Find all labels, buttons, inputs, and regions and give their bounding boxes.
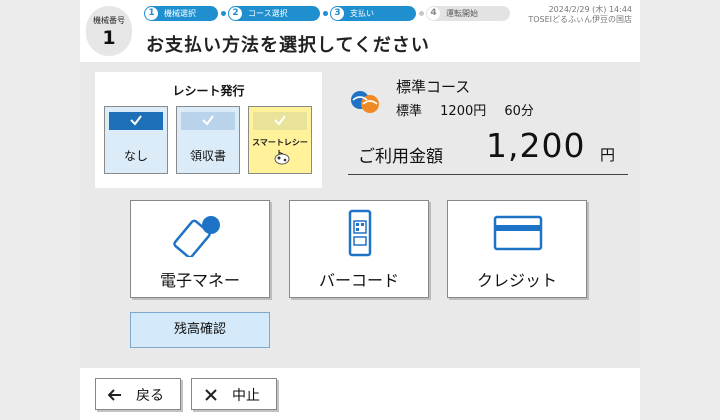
footer: 戻る 中止 <box>80 368 640 420</box>
credit-label: クレジット <box>476 271 557 290</box>
check-icon <box>274 115 286 126</box>
step-start-operation: 4 運転開始 <box>426 6 510 21</box>
step-machine-select: 1 機械選択 <box>144 6 218 21</box>
receipt-title: レシート発行 <box>172 84 245 98</box>
receipt-invoice-button[interactable]: 領収書 <box>176 106 240 174</box>
course-name: 標準コース <box>396 78 471 96</box>
step-dot <box>323 11 328 16</box>
dolphin-logo-icon <box>351 91 379 113</box>
receipt-panel: レシート発行 なし 領収書 スマートレシート <box>95 72 322 188</box>
cancel-button[interactable]: 中止 <box>191 378 277 410</box>
emoney-label: 電子マネー <box>159 271 240 290</box>
machine-number-label: 機械番号 <box>93 16 125 25</box>
course-detail: 標準 1200円 60分 <box>396 100 548 119</box>
balance-check-button[interactable]: 残高確認 <box>130 312 270 348</box>
receipt-none-button[interactable]: なし <box>104 106 168 174</box>
course-detail-time: 60分 <box>504 104 534 119</box>
receipt-none-label: なし <box>123 149 148 163</box>
credit-button[interactable]: クレジット <box>447 200 587 298</box>
page-title: お支払い方法を選択してください <box>146 35 430 56</box>
credit-card-icon <box>493 215 543 251</box>
barcode-label: バーコード <box>318 271 399 290</box>
cow-mascot-icon <box>274 153 290 165</box>
divider <box>348 174 628 175</box>
machine-number: 1 <box>102 27 116 49</box>
datetime-store: 2024/2/29 (木) 14:44 TOSEIどるふぃん伊豆の国店 <box>528 5 632 25</box>
cancel-label: 中止 <box>232 388 260 404</box>
step-payment: 3 支払い <box>330 6 416 21</box>
course-summary: 標準コース 標準 1200円 60分 ご利用金額 1,200 円 <box>348 72 628 182</box>
header: 機械番号 1 1 機械選択 2 コース選択 3 支払い 4 運転開始 2024/… <box>80 0 640 62</box>
amount-value: 1,200 <box>486 126 586 165</box>
emoney-card-icon <box>173 216 220 257</box>
receipt-invoice-label: 領収書 <box>189 149 226 163</box>
main-content: レシート発行 なし 領収書 スマートレシート 標準コース 標準 1200円 60… <box>80 62 640 368</box>
machine-number-badge: 機械番号 1 <box>86 6 132 56</box>
back-button[interactable]: 戻る <box>95 378 181 410</box>
check-icon <box>130 115 142 126</box>
amount-unit: 円 <box>600 146 616 164</box>
back-label: 戻る <box>136 388 164 404</box>
store-name: TOSEIどるふぃん伊豆の国店 <box>528 15 632 24</box>
amount-label: ご利用金額 <box>358 147 443 167</box>
kiosk-screen: 機械番号 1 1 機械選択 2 コース選択 3 支払い 4 運転開始 2024/… <box>80 0 640 420</box>
barcode-button[interactable]: バーコード <box>289 200 429 298</box>
course-detail-price: 1200円 <box>440 104 487 119</box>
receipt-smart-button[interactable]: スマートレシート <box>248 106 312 174</box>
step-dot <box>221 11 226 16</box>
step-dot <box>419 11 424 16</box>
emoney-button[interactable]: 電子マネー <box>130 200 270 298</box>
close-icon <box>205 389 217 401</box>
arrow-left-icon <box>108 389 121 401</box>
course-detail-name: 標準 <box>396 104 423 119</box>
datetime: 2024/2/29 (木) 14:44 <box>548 5 632 14</box>
check-icon <box>202 115 214 126</box>
step-course-select: 2 コース選択 <box>228 6 320 21</box>
qr-phone-icon <box>348 209 372 257</box>
